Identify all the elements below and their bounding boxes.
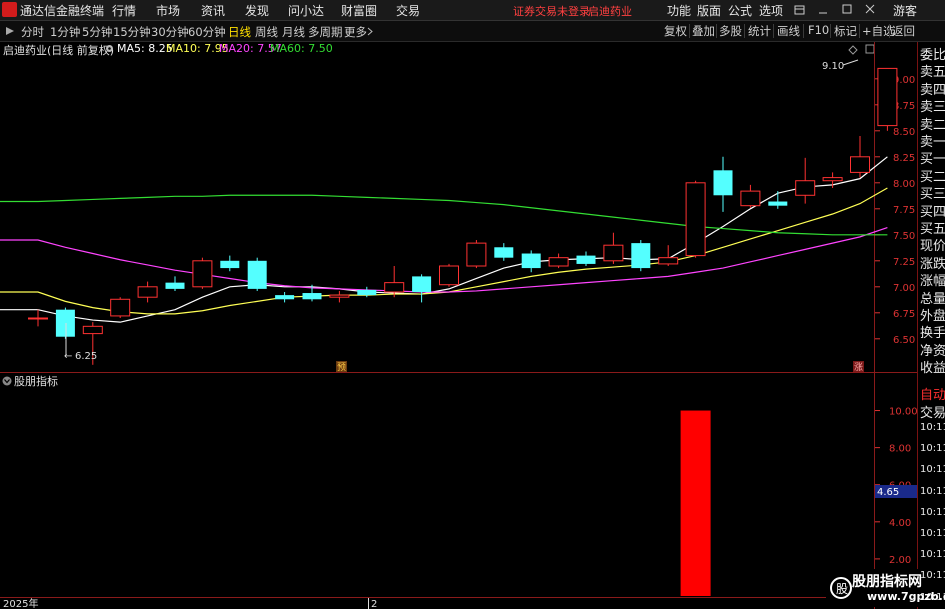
side-panel-label: 卖二 [920,117,945,133]
indicator-current-value: 4.65 [875,485,917,498]
candle-body-up [658,257,679,265]
auto-trade-toggle[interactable]: 自动 [920,384,945,403]
tick-time: 10:11 [920,443,945,455]
ma5-line [0,156,888,323]
indicator-tick-label: 10.00 [889,407,917,418]
forecast-marker: 预 [336,361,347,373]
price-tick-label: 7.25 [893,257,915,268]
candle-body-up [795,180,816,196]
limit-up-marker: 涨 [853,361,864,373]
candle-body-down [768,201,788,206]
candle-body-down [494,247,514,258]
side-panel-label: 涨跌 [920,256,945,272]
candle-body-down [275,295,295,300]
candle-body-up [28,317,48,320]
tick-time: 10:11 [920,485,945,497]
side-panel-label: 收益 [920,361,945,377]
indicator-tick-label: 2.00 [889,555,911,566]
candle-body-up [384,282,405,293]
side-panel-label: 卖五 [920,65,945,81]
candle-body-down [55,309,75,337]
indicator-header[interactable]: 股朋指标 [2,374,59,388]
side-panel-label: 卖四 [920,82,945,98]
side-panel-label: 卖一 [920,135,945,150]
price-tick-label: 7.50 [893,231,915,242]
candle-body-down [576,255,596,264]
moving-average-lines [0,156,888,323]
candle-body-down [165,282,185,289]
price-tick-label: 6.75 [893,309,915,320]
candle-body-up [822,177,843,182]
price-tick-label: 8.25 [893,153,915,164]
side-panel-label: 净资 [920,343,945,359]
side-panel-label: 换手 [920,326,945,342]
side-panel-label: 买五 [920,222,945,237]
side-panel-label: 现价 [920,239,945,255]
quote-side-panel: 委比卖五 卖四卖三 卖二卖一买一 买二买三 买四买五现价 涨跌涨幅 总量外盘换手 净资收益自动… [917,42,945,609]
candle-body-down [412,276,432,292]
candle-body-down [302,293,322,300]
side-panel-label: 委比 [920,48,945,63]
svg-text:涨: 涨 [854,362,863,373]
side-panel-label: 涨幅 [920,274,945,290]
tick-time: 10:11 [920,528,945,539]
tick-time: 10:11 [920,549,945,561]
price-tick-label: 7.75 [893,205,915,216]
indicator-tick-label: 8.00 [889,444,911,455]
tick-time: 10:11 [920,464,945,476]
tick-time: 10:11 [920,570,945,582]
candle-body-down [631,243,651,269]
price-tick-label: 8.50 [893,127,915,138]
price-tick-label: 8.00 [893,179,915,190]
xaxis-label-month: 2 [371,599,377,609]
watermark: 股朋指标网 www.7gpzb.com 股 [826,569,945,607]
candle-body-up [192,260,213,288]
price-tick-label: 6.50 [893,335,915,346]
indicator-bars [680,410,711,596]
svg-text:9.10: 9.10 [822,61,844,72]
indicator-bar [680,410,711,596]
candle-body-up [82,325,103,335]
candle-body-up [137,286,158,298]
candle-body-up [548,257,569,267]
svg-text:4.65: 4.65 [877,487,899,498]
side-panel-label: 买二 [920,169,945,185]
side-panel-label: 外盘 [920,309,945,324]
candlesticks [28,67,898,365]
candle-body-up [850,156,870,173]
chart-corner-icons[interactable] [848,44,875,55]
candle-body-up [740,190,761,207]
indicator-tick-label: 4.00 [889,518,911,529]
svg-text:←: ← [64,351,72,362]
side-panel-label: 买四 [920,204,945,220]
side-panel-label: 买三 [920,187,945,203]
candle-body-up [329,294,350,298]
svg-text:股朋指标: 股朋指标 [14,374,58,388]
svg-text:股: 股 [836,582,848,596]
candle-body-up [603,244,624,262]
candle-body-up [110,298,131,317]
side-panel-label: 买一 [920,152,945,168]
candle-body-up [466,242,487,267]
trade-label[interactable]: 交易 [920,402,945,421]
candle-body-up [439,265,459,286]
tick-time: 10:11 [920,422,945,433]
svg-text:预: 预 [337,362,346,373]
candle-body-down [713,170,733,196]
side-panel-label: 卖三 [920,100,945,116]
candle-body-down [357,289,377,296]
candle-body-up [877,67,898,127]
candle-body-down [247,260,267,289]
side-panel-label: 总量 [920,291,945,307]
price-tick-label: 7.00 [893,283,915,294]
candle-body-up [685,182,706,257]
xaxis-label-year: 2025年 [3,597,38,609]
candle-body-down [521,253,541,269]
tick-time: 10:11 [920,506,945,518]
high-annotation: 9.10 [822,59,859,72]
candle-body-down [220,260,240,269]
watermark-logo-icon: 股 [830,577,852,599]
svg-text:6.25: 6.25 [75,351,97,362]
kline-chart[interactable]: 9.008.758.508.258.007.757.507.257.006.75… [0,0,917,609]
